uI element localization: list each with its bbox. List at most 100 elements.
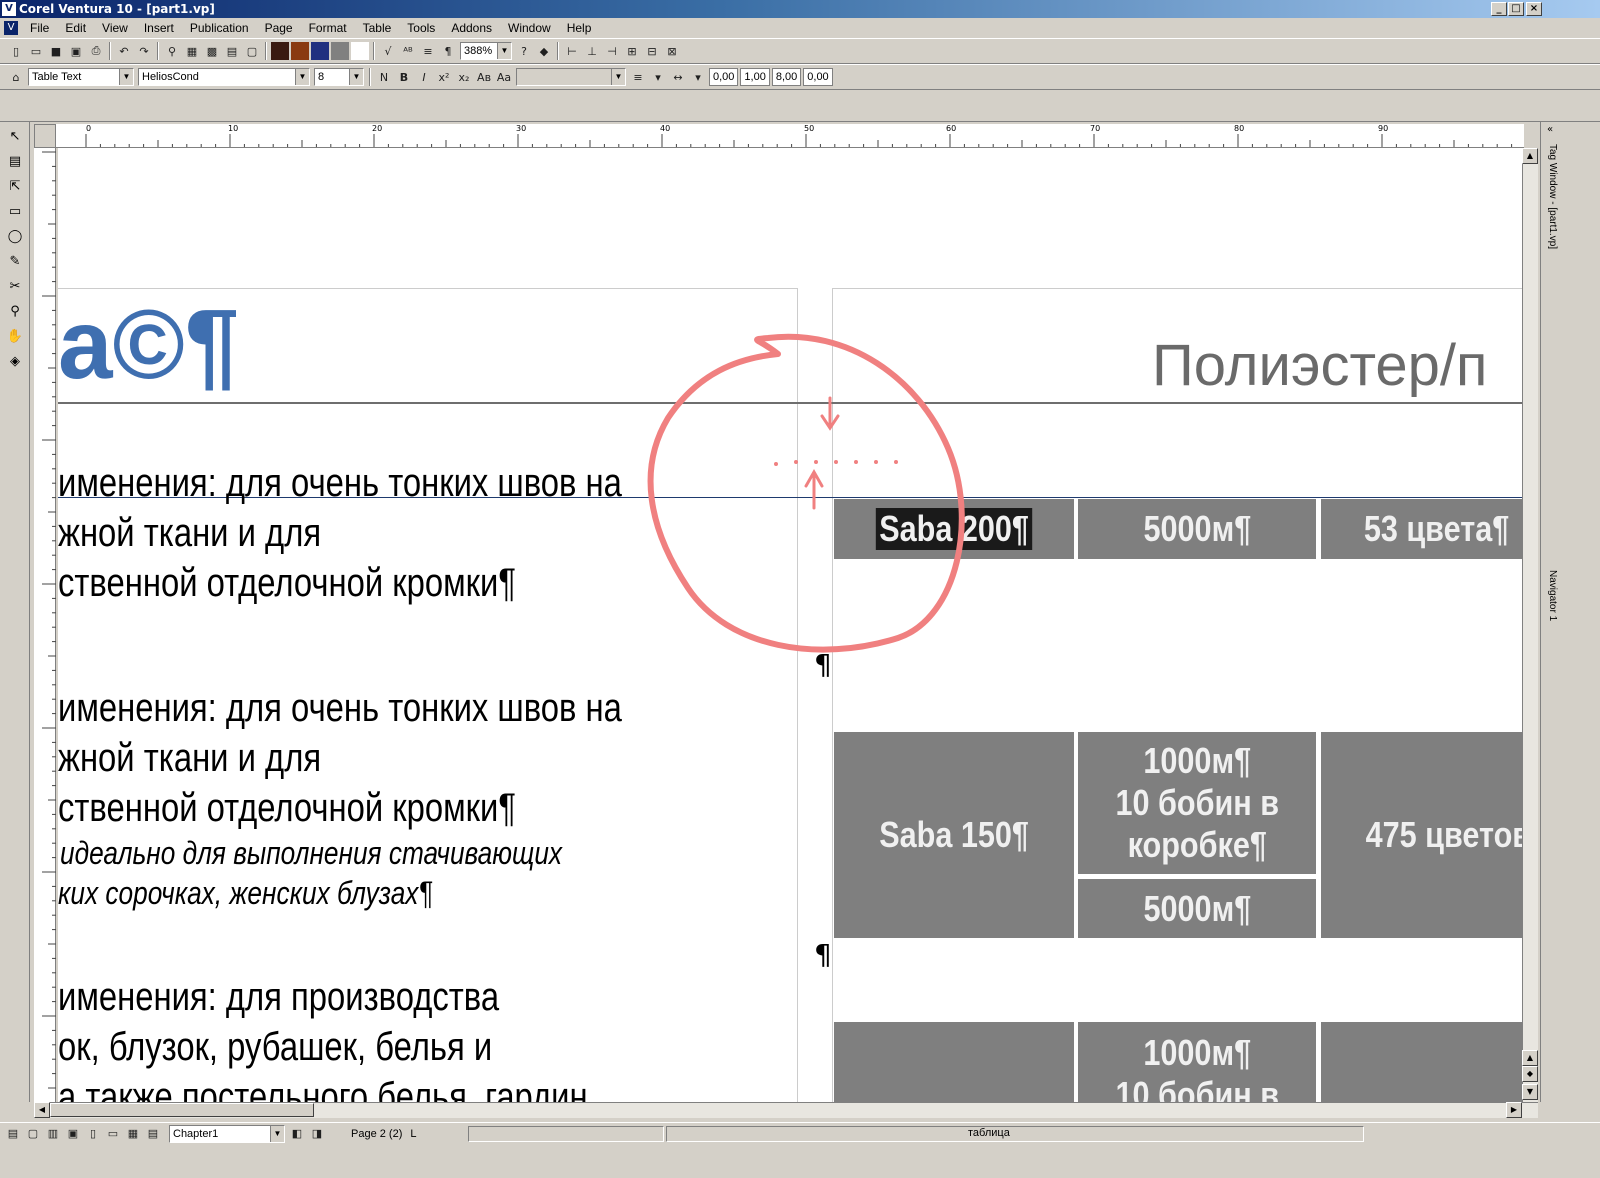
node-tool-icon[interactable]: ⇱ bbox=[4, 175, 26, 197]
list-icon[interactable]: ≡ bbox=[419, 42, 437, 60]
hand-tool-icon[interactable]: ✋ bbox=[4, 325, 26, 347]
view-text-icon[interactable]: ▭ bbox=[104, 1125, 122, 1143]
normal-icon[interactable]: N bbox=[375, 68, 393, 86]
print-icon[interactable]: ⎙ bbox=[87, 42, 105, 60]
scroll-down-icon[interactable]: ▼ bbox=[1522, 1084, 1538, 1100]
menu-page[interactable]: Page bbox=[257, 21, 301, 35]
scissors-tool-icon[interactable]: ✂ bbox=[4, 275, 26, 297]
open-icon[interactable]: ▭ bbox=[27, 42, 45, 60]
scroll-thumb[interactable] bbox=[50, 1103, 314, 1117]
chevron-down-icon[interactable]: ▼ bbox=[270, 1125, 284, 1142]
menu-insert[interactable]: Insert bbox=[136, 21, 182, 35]
new-icon[interactable]: ▯ bbox=[7, 42, 25, 60]
size-icon[interactable]: ⊠ bbox=[663, 42, 681, 60]
chevron-down-icon[interactable]: ▾ bbox=[649, 68, 667, 86]
vertical-scrollbar[interactable]: ▲ ▲ ◆ ▼ bbox=[1522, 148, 1538, 1102]
superscript-icon[interactable]: x² bbox=[435, 68, 453, 86]
layout-icon[interactable]: ▦ bbox=[183, 42, 201, 60]
docker-expand-icon[interactable]: « bbox=[1547, 124, 1553, 135]
horizontal-ruler[interactable]: 0 10 20 30 40 50 60 70 80 90 bbox=[56, 124, 1524, 148]
italic-icon[interactable]: I bbox=[415, 68, 433, 86]
menu-format[interactable]: Format bbox=[301, 21, 355, 35]
color-swatch-icon[interactable] bbox=[271, 42, 289, 60]
zoom-select[interactable]: 388% ▼ bbox=[460, 42, 512, 60]
view-layout-icon[interactable]: ▥ bbox=[44, 1125, 62, 1143]
pen-tool-icon[interactable]: ✎ bbox=[4, 250, 26, 272]
find-icon[interactable]: ⚲ bbox=[163, 42, 181, 60]
caps-icon[interactable]: Aʙ bbox=[475, 68, 493, 86]
equation-icon[interactable]: √ bbox=[379, 42, 397, 60]
chevron-down-icon[interactable]: ▼ bbox=[295, 69, 309, 85]
scroll-up-icon[interactable]: ▲ bbox=[1522, 1050, 1538, 1066]
color-swatch-icon[interactable] bbox=[291, 42, 309, 60]
redo-icon[interactable]: ↷ bbox=[135, 42, 153, 60]
scroll-up-icon[interactable]: ▲ bbox=[1522, 148, 1538, 164]
table-cell[interactable]: 5000м¶ bbox=[1078, 879, 1316, 938]
font-select[interactable]: HeliosCond ▼ bbox=[138, 68, 310, 86]
paragraph-tag-select[interactable]: Table Text ▼ bbox=[28, 68, 134, 86]
horizontal-scrollbar[interactable]: ◀ ▶ bbox=[34, 1102, 1538, 1118]
view-copy-icon[interactable]: ▣ bbox=[64, 1125, 82, 1143]
subscript-icon[interactable]: x₂ bbox=[455, 68, 473, 86]
prev-page-icon[interactable]: ◧ bbox=[288, 1125, 306, 1143]
spellcheck-icon[interactable]: ᴬᴮ bbox=[399, 42, 417, 60]
fill-tool-icon[interactable]: ◈ bbox=[4, 350, 26, 372]
font-size-select[interactable]: 8 ▼ bbox=[314, 68, 364, 86]
tag-icon[interactable]: ⌂ bbox=[7, 68, 25, 86]
chevron-down-icon[interactable]: ▼ bbox=[119, 69, 133, 85]
chevron-down-icon[interactable]: ▼ bbox=[349, 69, 363, 85]
menu-tools[interactable]: Tools bbox=[399, 21, 443, 35]
menu-table[interactable]: Table bbox=[355, 21, 400, 35]
document-canvas[interactable]: a©¶ Полиэстер/п именения: для очень тонк… bbox=[58, 148, 1524, 1102]
vertical-ruler[interactable] bbox=[34, 148, 56, 1102]
save-all-icon[interactable]: ▣ bbox=[67, 42, 85, 60]
zoom-tool-icon[interactable]: ⚲ bbox=[4, 300, 26, 322]
rectangle-tool-icon[interactable]: ▭ bbox=[4, 200, 26, 222]
align-right-icon[interactable]: ⊣ bbox=[603, 42, 621, 60]
ruler-corner[interactable] bbox=[34, 124, 56, 148]
ellipse-tool-icon[interactable]: ◯ bbox=[4, 225, 26, 247]
chevron-down-icon[interactable]: ▼ bbox=[611, 69, 625, 85]
close-button[interactable]: × bbox=[1526, 2, 1542, 16]
align-left-icon[interactable]: ⊢ bbox=[563, 42, 581, 60]
menu-file[interactable]: File bbox=[22, 21, 57, 35]
table-icon[interactable]: ▤ bbox=[223, 42, 241, 60]
justify-icon[interactable]: ≡ bbox=[629, 68, 647, 86]
maximize-button[interactable]: □ bbox=[1508, 2, 1524, 16]
chapter-select[interactable]: Chapter1 ▼ bbox=[169, 1124, 285, 1143]
view-two-icon[interactable]: ▦ bbox=[124, 1125, 142, 1143]
indent-left-field[interactable]: 1,00 bbox=[740, 68, 770, 86]
tag-window-tab[interactable]: Tag Window - [part1.vp] bbox=[1547, 144, 1558, 249]
table-cell[interactable] bbox=[834, 1022, 1074, 1102]
menu-addons[interactable]: Addons bbox=[443, 21, 500, 35]
pilcrow-icon[interactable]: ¶ bbox=[439, 42, 457, 60]
table-cell[interactable]: 1000м¶ 10 бобин в bbox=[1078, 1022, 1316, 1102]
chevron-down-icon[interactable]: ▼ bbox=[497, 43, 511, 59]
undo-icon[interactable]: ↶ bbox=[115, 42, 133, 60]
text-tool-icon[interactable]: ▤ bbox=[4, 150, 26, 172]
pick-tool-icon[interactable]: ↖ bbox=[4, 125, 26, 147]
view-single-icon[interactable]: ▯ bbox=[84, 1125, 102, 1143]
space-above-field[interactable]: 8,00 bbox=[771, 68, 802, 86]
align-center-icon[interactable]: ⊥ bbox=[583, 42, 601, 60]
indent-first-field[interactable]: 0,00 bbox=[709, 68, 739, 86]
help-icon[interactable]: ? bbox=[515, 42, 533, 60]
color-icon[interactable]: ◆ bbox=[535, 42, 553, 60]
table-cell[interactable]: 1000м¶ 10 бобин в коробке¶ bbox=[1078, 732, 1316, 874]
save-icon[interactable]: ■ bbox=[47, 42, 65, 60]
doc-icon[interactable]: V bbox=[4, 21, 18, 35]
view-page-icon[interactable]: ▢ bbox=[24, 1125, 42, 1143]
color-swatch-icon[interactable] bbox=[351, 42, 369, 60]
menu-help[interactable]: Help bbox=[559, 21, 600, 35]
bold-icon[interactable]: B bbox=[395, 68, 413, 86]
next-page-icon[interactable]: ◨ bbox=[308, 1125, 326, 1143]
space-icon[interactable]: ⊟ bbox=[643, 42, 661, 60]
table-cell[interactable]: 5000м¶ bbox=[1078, 499, 1316, 559]
minimize-button[interactable]: _ bbox=[1491, 2, 1507, 16]
chevron-down-icon[interactable]: ▾ bbox=[689, 68, 707, 86]
view-draft-icon[interactable]: ▤ bbox=[4, 1125, 22, 1143]
small-caps-icon[interactable]: Aa bbox=[495, 68, 513, 86]
menu-view[interactable]: View bbox=[94, 21, 136, 35]
frame-icon[interactable]: ▢ bbox=[243, 42, 261, 60]
spacing-icon[interactable]: ↔ bbox=[669, 68, 687, 86]
